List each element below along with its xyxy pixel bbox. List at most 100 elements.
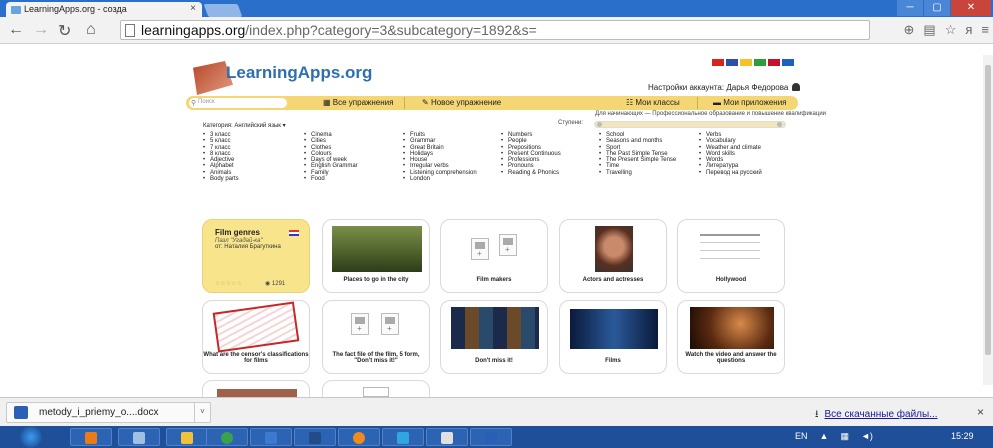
app-card[interactable]: Don't miss it! [440,300,548,374]
start-button[interactable] [20,426,42,448]
address-path: /index.php?category=3&subcategory=1892&s… [245,22,537,38]
app-card[interactable]: What are the censor's classifications fo… [202,300,310,374]
show-all-downloads-link[interactable]: ⭳ Все скачанные файлы... [815,407,938,424]
app-card[interactable]: Places to go in the city [322,219,430,293]
menu-my-apps[interactable]: ▬ Мои приложения [713,98,787,107]
slider-handle-min[interactable] [597,122,602,127]
subcategory-link[interactable]: Reading & Phonics [501,170,561,177]
subcategory-column: CinemaCitiesClothesColoursDays of weekEn… [304,132,358,183]
network-icon[interactable]: ▦ [840,431,849,442]
menu-new-exercise[interactable]: ✎ Новое упражнение [422,98,501,107]
download-item[interactable]: metody_i_priemy_o....docx ˅ [6,402,211,423]
taskbar-app[interactable] [70,428,112,446]
level-slider[interactable] [594,121,786,128]
subcategory-link[interactable]: Body parts [203,176,239,183]
app-card[interactable]: Films [559,300,667,374]
app-icon [181,432,193,444]
home-icon[interactable]: ⌂ [86,21,96,39]
flag-icon[interactable] [782,59,794,66]
star-icon[interactable]: ☆ [945,22,957,38]
account-settings[interactable]: Настройки аккаунта: Дарья Федорова [648,83,801,92]
chrome-icon [221,432,233,444]
close-downloads-icon[interactable]: × [977,405,984,419]
taskbar-app[interactable] [426,428,468,446]
card-thumbnail [700,242,760,243]
subcategory-link[interactable]: London [403,176,477,183]
card-caption: Films [605,358,621,364]
taskbar-app[interactable] [382,428,424,446]
taskbar-app[interactable] [338,428,380,446]
minimize-button[interactable]: ─ [897,0,923,16]
app-card[interactable] [322,380,430,397]
language-indicator[interactable]: EN [795,431,808,442]
subcategory-column: FruitsGrammarGreat BritainHolidaysHouseI… [403,132,477,183]
close-window-button[interactable]: ✕ [951,0,991,16]
taskbar-app[interactable] [250,428,292,446]
taskbar-app[interactable] [470,428,512,446]
subcategory-link[interactable]: Перевод на русский [699,170,762,177]
search-placeholder: Поиск [198,99,215,105]
app-card[interactable]: Film makers [440,219,548,293]
language-flags [712,59,794,66]
card-thumbnail [451,307,539,349]
subcategory-link[interactable]: Travelling [599,170,676,177]
download-menu-chevron-icon[interactable]: ˅ [194,403,210,422]
extension-icon[interactable]: я [965,22,972,38]
subcategory-column: NumbersPeoplePrepositionsPresent Continu… [501,132,561,176]
card-title: Film genres [215,228,260,237]
forward-arrow-icon[interactable]: → [33,21,49,39]
taskbar-app[interactable] [294,428,336,446]
tray-expand-icon[interactable]: ▲ [820,431,829,442]
card-caption: Actors and actresses [582,277,644,283]
maximize-button[interactable]: ▢ [924,0,950,16]
search-input[interactable]: ⚲ Поиск [189,98,287,108]
taskbar-app[interactable] [206,428,248,446]
flag-icon[interactable] [726,59,738,66]
app-card[interactable] [202,380,310,397]
menu-my-classes[interactable]: ☷ Мои классы [626,98,680,107]
app-card[interactable]: The fact file of the film, 5 form, "Don'… [322,300,430,374]
address-bar[interactable]: learningapps.org/index.php?category=3&su… [120,20,870,40]
app-card[interactable]: Actors and actresses [559,219,667,293]
tab-close-icon[interactable]: × [190,3,196,14]
back-arrow-icon[interactable]: ← [8,21,24,39]
menu-all-exercises[interactable]: ▦ Все упражнения [323,98,393,107]
reload-icon[interactable]: ↻ [58,21,71,41]
taskbar-app[interactable] [118,428,160,446]
view-count: ◉ 1291 [265,281,286,287]
card-thumbnail [595,226,633,272]
taskbar-app[interactable] [166,428,208,446]
scrollbar-thumb[interactable] [985,65,991,355]
browser-toolbar: ← → ↻ ⌂ learningapps.org/index.php?categ… [0,17,993,44]
browser-tab[interactable]: LearningApps.org - созда × [6,2,202,17]
new-tab-button[interactable] [203,4,243,17]
toolbar-right-icons: ⊕ ▤ ☆ я ≡ [904,22,990,38]
slider-handle-max[interactable] [777,122,782,127]
app-card[interactable]: Hollywood [677,219,785,293]
download-filename: metody_i_priemy_o....docx [39,407,159,418]
document-icon [351,313,369,335]
card-caption: Hollywood [715,277,747,283]
translate-icon[interactable]: ▤ [923,22,935,38]
card-caption: The fact file of the film, 5 form, "Don'… [332,352,420,364]
card-thumbnail [700,234,760,236]
card-caption: Watch the video and answer the questions [685,352,777,364]
site-logo[interactable]: LearningApps.org [226,63,372,83]
rating-stars[interactable]: ☆☆☆☆☆ [215,280,242,287]
menu-icon[interactable]: ≡ [981,22,989,38]
tab-title: LearningApps.org - созда [24,4,127,14]
category-selector[interactable]: Категория: Английский язык ▾ [203,122,286,129]
app-card[interactable]: Watch the video and answer the questions [677,300,785,374]
menu-divider [404,97,405,109]
flag-icon[interactable] [740,59,752,66]
subcategory-link[interactable]: Food [304,176,358,183]
app-card-featured[interactable]: Film genres Пазл "Угадай-ка" от: Наталия… [202,219,310,293]
clock[interactable]: 15:29 [951,431,974,441]
flag-icon[interactable] [768,59,780,66]
zoom-icon[interactable]: ⊕ [904,22,915,38]
speaker-icon[interactable]: ◄) [861,431,873,442]
flag-icon[interactable] [754,59,766,66]
page-scrollbar[interactable] [983,55,993,385]
level-note: Для начинающих — Профессиональное образо… [595,111,827,117]
flag-icon[interactable] [712,59,724,66]
